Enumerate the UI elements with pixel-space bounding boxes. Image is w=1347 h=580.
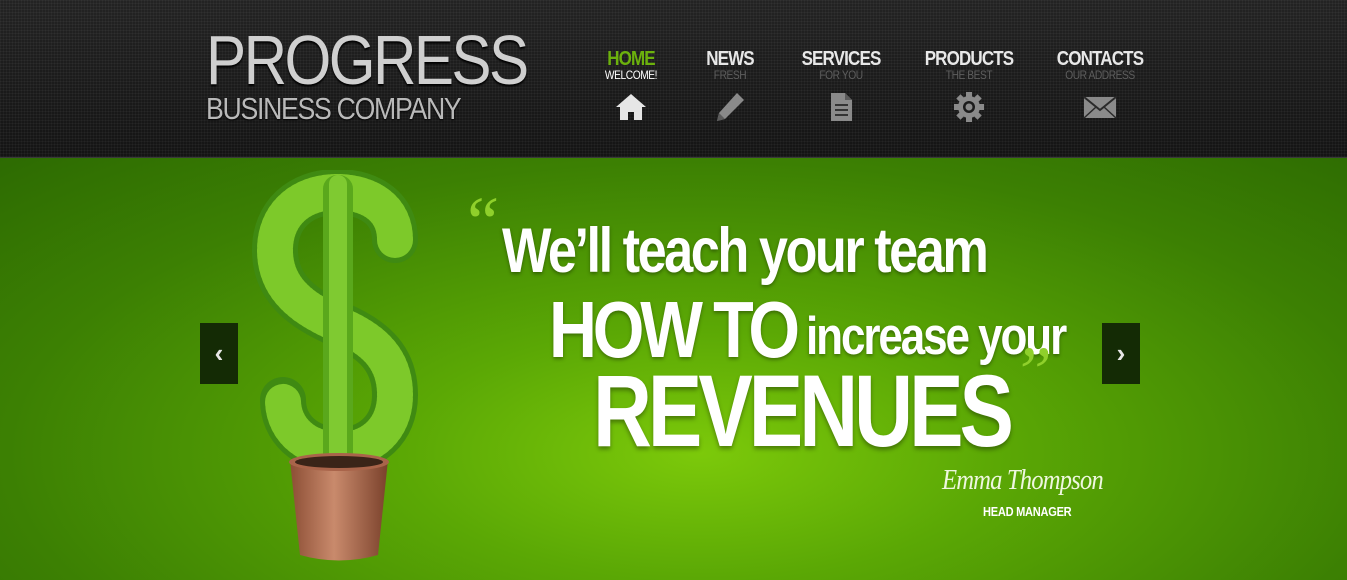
nav-sublabel: FOR YOU <box>819 68 863 82</box>
nav-sublabel: OUR ADDRESS <box>1065 68 1135 82</box>
nav-label: CONTACTS <box>1056 48 1144 70</box>
nav-sublabel: WELCOME! <box>604 68 658 82</box>
nav-label: PRODUCTS <box>924 48 1014 70</box>
quote-line-3: REVENUES <box>593 354 1014 468</box>
nav-label: HOME <box>607 48 655 70</box>
quote-line-1: We’ll teach your team <box>502 216 989 286</box>
quote-author-role: HEAD MANAGER <box>983 504 1072 519</box>
nav-sublabel: FRESH <box>713 68 747 82</box>
hero-slider: ‹ › “ We’ll teach your team HOW TO incre… <box>0 158 1347 580</box>
page: PROGRESS BUSINESS COMPANY HOME WELCOME! … <box>0 0 1347 580</box>
main-nav: HOME WELCOME! NEWS FRESH SERVICES FOR YO… <box>0 48 1347 138</box>
quote-close-mark: ” <box>1012 332 1053 412</box>
slide-quote: “ We’ll teach your team HOW TO increase … <box>0 158 1347 580</box>
nav-label: NEWS <box>706 48 754 70</box>
quote-author-name: Emma Thompson <box>942 464 1104 496</box>
pencil-icon <box>717 93 744 121</box>
gear-icon <box>954 92 984 122</box>
site-header: PROGRESS BUSINESS COMPANY HOME WELCOME! … <box>0 0 1347 158</box>
nav-label: SERVICES <box>801 48 882 70</box>
home-icon <box>616 94 646 120</box>
nav-item-contacts[interactable]: CONTACTS OUR ADDRESS <box>1040 48 1160 125</box>
envelope-icon <box>1083 96 1117 119</box>
quote-open-mark: “ <box>460 182 501 262</box>
nav-item-news[interactable]: NEWS FRESH <box>670 48 790 125</box>
document-icon <box>831 93 852 121</box>
nav-item-services[interactable]: SERVICES FOR YOU <box>781 48 901 125</box>
nav-item-products[interactable]: PRODUCTS THE BEST <box>909 48 1029 125</box>
nav-sublabel: THE BEST <box>945 68 993 82</box>
